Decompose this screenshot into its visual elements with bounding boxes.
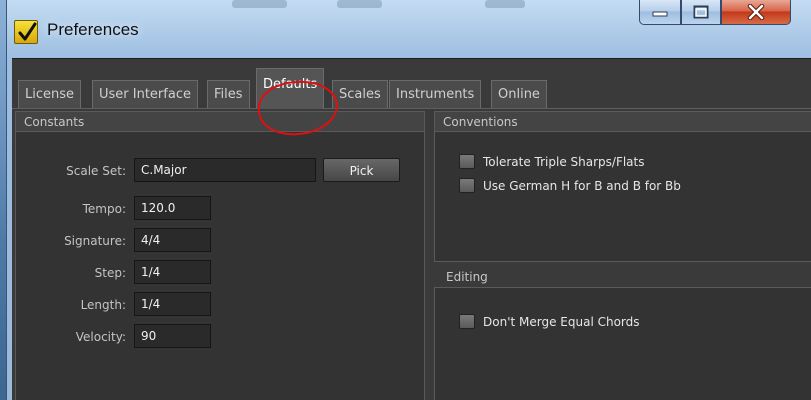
signature-field[interactable]: 4/4: [134, 228, 211, 252]
blurred-background-text: [337, 0, 382, 8]
preferences-window: Preferences License User Interface Files…: [6, 0, 811, 400]
scale-set-field[interactable]: C.Major: [134, 158, 316, 182]
constants-header: Constants: [16, 112, 424, 132]
blurred-background-text: [485, 0, 525, 8]
constants-group: Constants Scale Set: C.Major Pick Tempo:…: [15, 111, 425, 400]
step-field[interactable]: 1/4: [134, 260, 211, 284]
checkbox-label: Tolerate Triple Sharps/Flats: [483, 154, 645, 169]
dont-merge-chords-checkbox[interactable]: Don't Merge Equal Chords: [459, 314, 640, 329]
tempo-field[interactable]: 120.0: [134, 196, 211, 220]
tempo-label: Tempo:: [82, 202, 126, 216]
minimize-button[interactable]: [639, 0, 681, 25]
length-field[interactable]: 1/4: [134, 292, 211, 316]
blurred-background-text: [232, 0, 287, 8]
tab-scales[interactable]: Scales: [332, 80, 388, 108]
velocity-field[interactable]: 90: [134, 324, 211, 348]
conventions-group: Conventions Tolerate Triple Sharps/Flats…: [434, 111, 811, 262]
editing-group: Don't Merge Equal Chords: [434, 287, 811, 400]
tolerate-triple-sharps-checkbox[interactable]: Tolerate Triple Sharps/Flats: [459, 154, 645, 169]
tab-online[interactable]: Online: [491, 80, 547, 108]
tab-license[interactable]: License: [18, 80, 82, 108]
title-bar[interactable]: Preferences: [7, 0, 811, 58]
step-label: Step:: [94, 266, 126, 280]
close-button[interactable]: [721, 0, 791, 25]
checkbox-label: Don't Merge Equal Chords: [483, 314, 640, 329]
german-h-checkbox[interactable]: Use German H for B and B for Bb: [459, 178, 681, 193]
checkbox-box[interactable]: [459, 178, 475, 193]
tab-defaults[interactable]: Defaults: [256, 68, 325, 109]
preferences-content: License User Interface Files Defaults Sc…: [12, 58, 811, 400]
maximize-icon: [693, 5, 709, 19]
tab-files[interactable]: Files: [207, 80, 250, 108]
tab-user-interface[interactable]: User Interface: [92, 80, 198, 108]
checkmark-pen-icon[interactable]: [14, 20, 38, 44]
tab-divider: [12, 108, 811, 109]
maximize-button[interactable]: [681, 0, 721, 25]
minimize-icon: [652, 11, 668, 17]
scale-set-label: Scale Set:: [66, 164, 126, 178]
window-title: Preferences: [47, 20, 139, 39]
close-icon: [747, 4, 765, 20]
velocity-label: Velocity:: [75, 330, 126, 344]
signature-label: Signature:: [64, 234, 126, 248]
length-label: Length:: [80, 298, 126, 312]
tab-instruments[interactable]: Instruments: [389, 80, 482, 108]
checkbox-label: Use German H for B and B for Bb: [483, 178, 681, 193]
pick-button[interactable]: Pick: [323, 158, 400, 182]
checkbox-box[interactable]: [459, 314, 475, 329]
editing-header: Editing: [446, 270, 488, 284]
conventions-header: Conventions: [435, 112, 811, 132]
checkbox-box[interactable]: [459, 154, 475, 169]
tab-bar: License User Interface Files Defaults Sc…: [12, 67, 811, 109]
